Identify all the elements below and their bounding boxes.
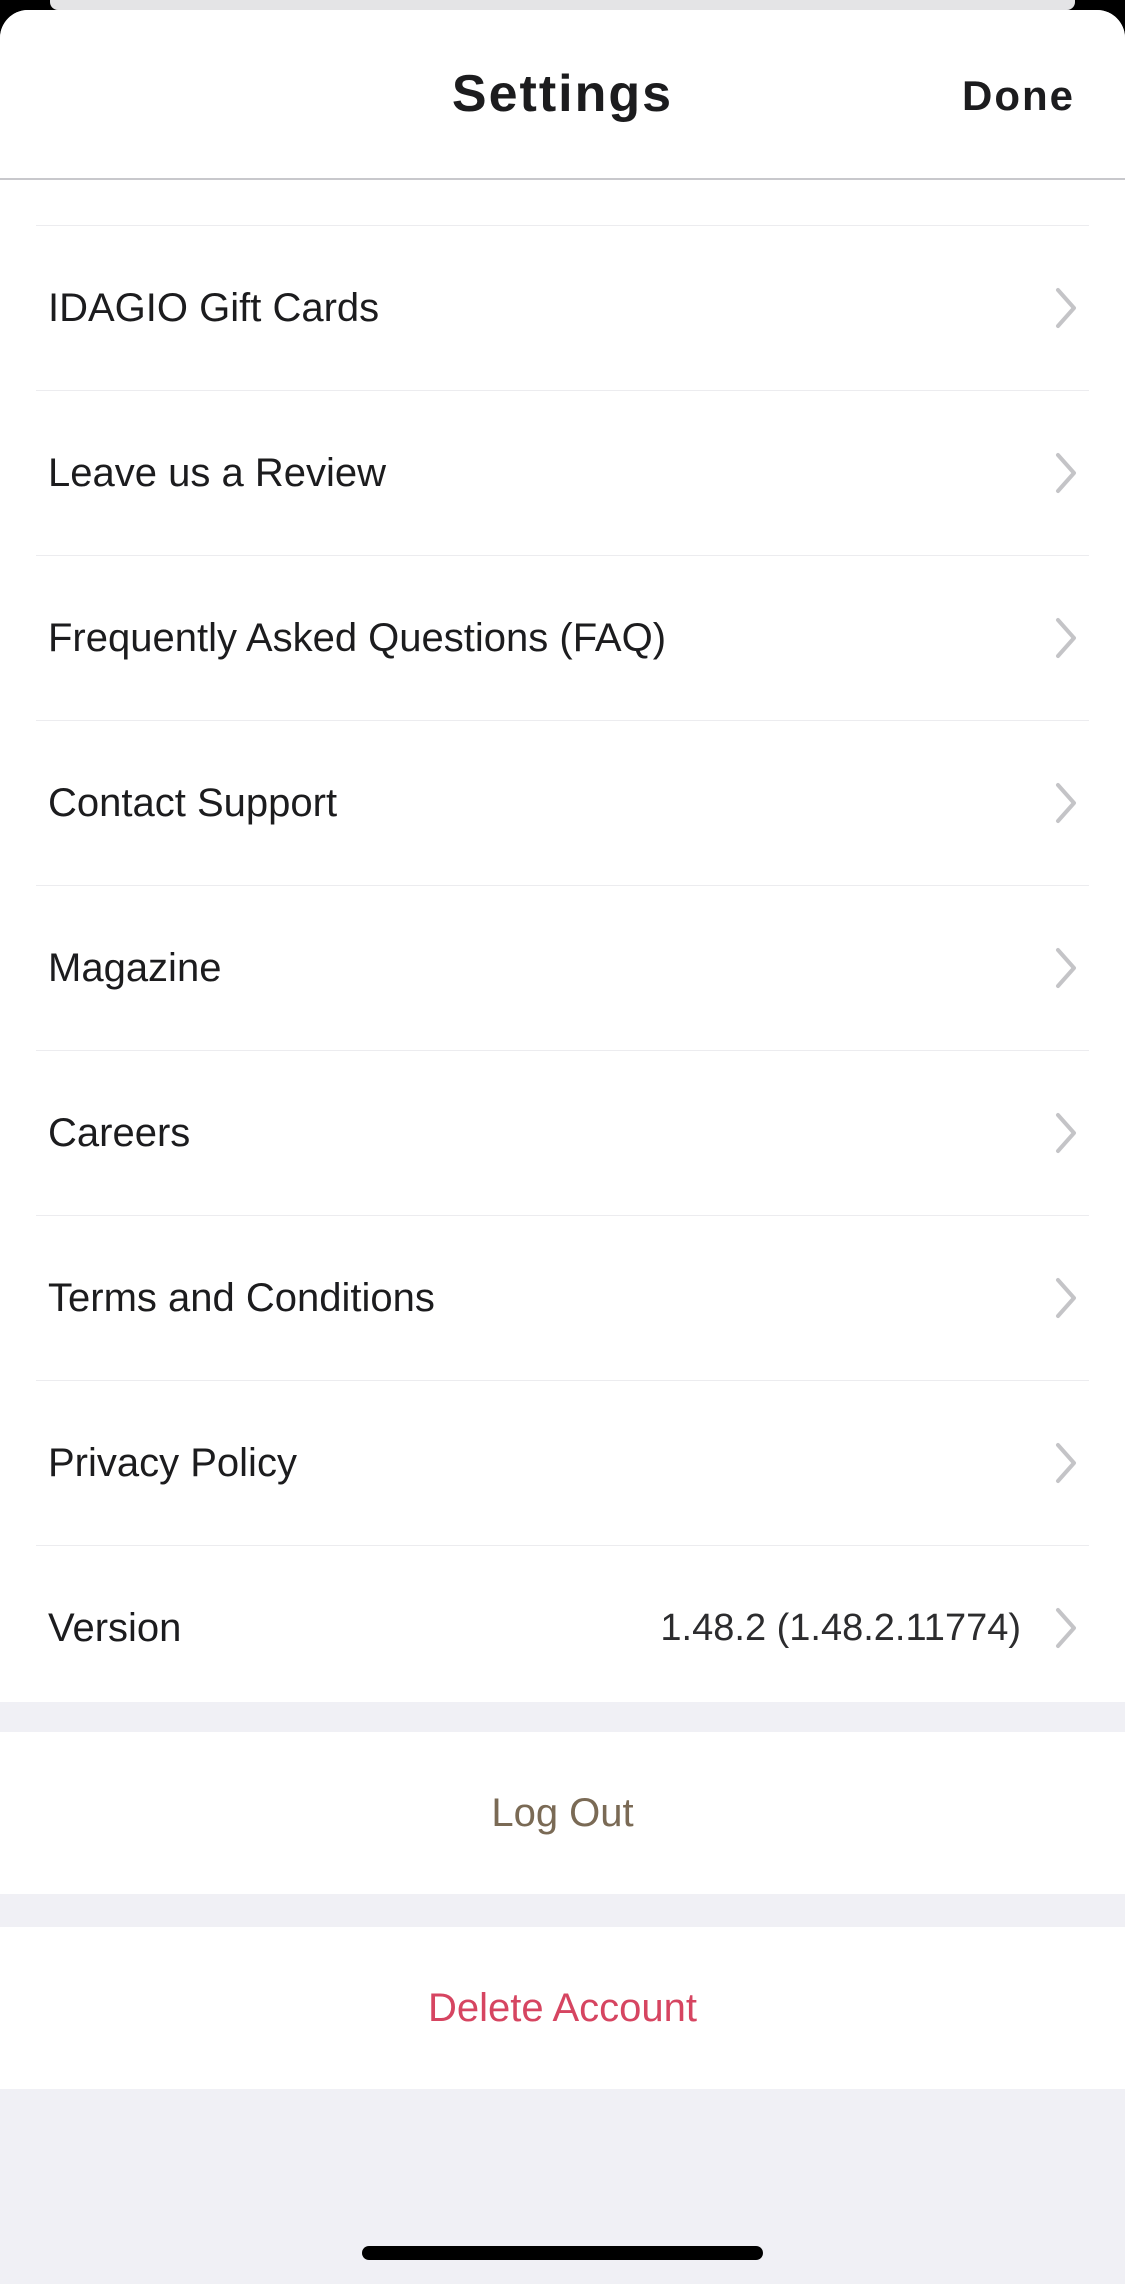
settings-menu: IDAGIO Gift Cards Leave us a Review Freq…: [0, 180, 1125, 1702]
menu-item-label: Frequently Asked Questions (FAQ): [48, 616, 667, 660]
done-button[interactable]: Done: [962, 66, 1075, 126]
menu-item-terms[interactable]: Terms and Conditions: [0, 1216, 1125, 1381]
chevron-right-icon: [1056, 453, 1076, 493]
chevron-right-icon: [1056, 1443, 1076, 1483]
logout-button[interactable]: Log Out: [0, 1732, 1125, 1894]
menu-item-contact-support[interactable]: Contact Support: [0, 721, 1125, 886]
menu-item-faq[interactable]: Frequently Asked Questions (FAQ): [0, 556, 1125, 721]
settings-list: IDAGIO Gift Cards Leave us a Review Freq…: [0, 226, 1125, 1711]
menu-item-label: Contact Support: [48, 781, 338, 825]
menu-item-label: Privacy Policy: [48, 1441, 297, 1485]
menu-item-label: IDAGIO Gift Cards: [48, 286, 380, 330]
chevron-right-icon: [1056, 1608, 1076, 1648]
menu-item-label: Version: [48, 1606, 182, 1650]
version-value: 1.48.2 (1.48.2.11774): [660, 1607, 1021, 1649]
navigation-bar: Settings Done: [0, 10, 1125, 180]
menu-item-version[interactable]: Version 1.48.2 (1.48.2.11774): [0, 1546, 1125, 1711]
page-title: Settings: [451, 65, 674, 123]
settings-sheet: Settings Done IDAGIO Gift Cards Leave us…: [0, 10, 1125, 2284]
chevron-right-icon: [1056, 783, 1076, 823]
chevron-right-icon: [1056, 1113, 1076, 1153]
menu-item-label: Magazine: [48, 946, 222, 990]
menu-item-leave-review[interactable]: Leave us a Review: [0, 391, 1125, 556]
chevron-right-icon: [1056, 1278, 1076, 1318]
menu-item-label: Terms and Conditions: [48, 1276, 435, 1320]
menu-item-gift-cards[interactable]: IDAGIO Gift Cards: [0, 226, 1125, 391]
chevron-right-icon: [1056, 948, 1076, 988]
menu-item-label: Leave us a Review: [48, 451, 386, 495]
home-indicator[interactable]: [362, 2246, 763, 2260]
menu-item-label: Careers: [48, 1111, 191, 1155]
delete-account-button[interactable]: Delete Account: [0, 1927, 1125, 2089]
background-sheet-edge: [50, 0, 1075, 10]
menu-item-magazine[interactable]: Magazine: [0, 886, 1125, 1051]
chevron-right-icon: [1056, 618, 1076, 658]
menu-item-privacy-policy[interactable]: Privacy Policy: [0, 1381, 1125, 1546]
chevron-right-icon: [1056, 288, 1076, 328]
menu-item-careers[interactable]: Careers: [0, 1051, 1125, 1216]
